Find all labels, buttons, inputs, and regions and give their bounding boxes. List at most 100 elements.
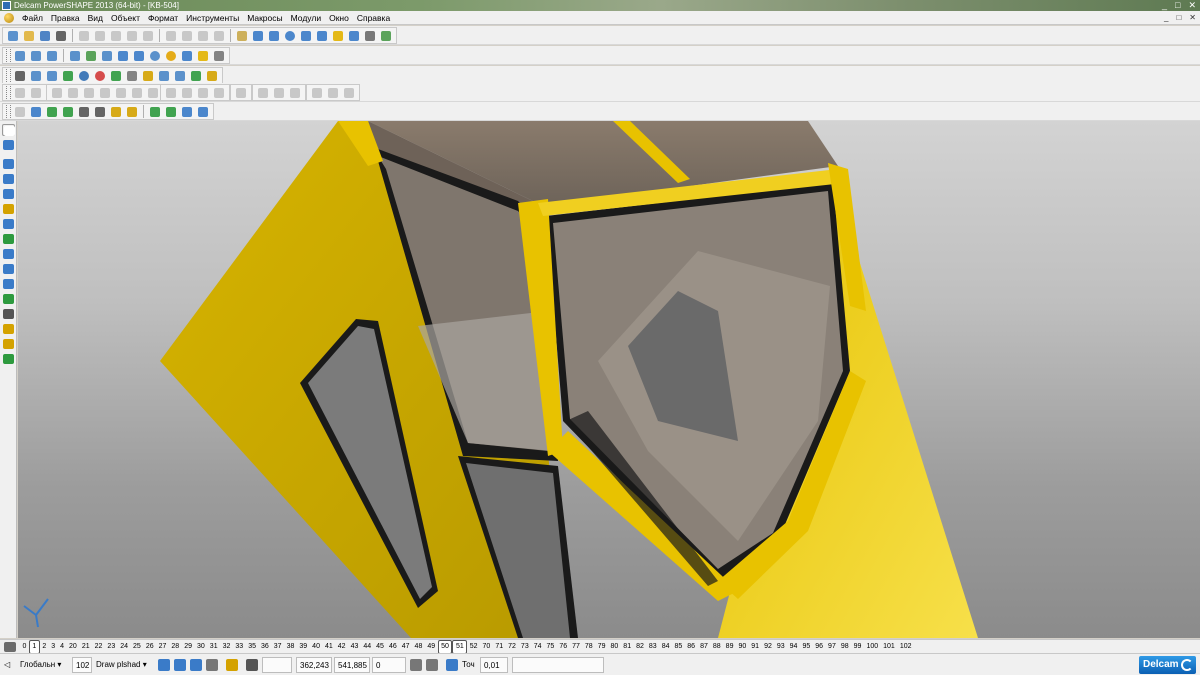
arc-icon[interactable] bbox=[315, 29, 329, 43]
cut-solid-icon[interactable] bbox=[342, 86, 356, 100]
level-93-button[interactable]: 93 bbox=[774, 641, 787, 653]
solid-icon[interactable] bbox=[347, 29, 361, 43]
boolean-add-icon[interactable] bbox=[164, 86, 178, 100]
level-91-button[interactable]: 91 bbox=[749, 641, 762, 653]
curve-icon[interactable] bbox=[299, 29, 313, 43]
level-1-button[interactable]: 1 bbox=[28, 639, 40, 654]
layers-icon[interactable] bbox=[206, 659, 218, 671]
toolbar-grip[interactable] bbox=[6, 86, 11, 99]
level-73-button[interactable]: 73 bbox=[518, 641, 531, 653]
level-31-button[interactable]: 31 bbox=[207, 641, 220, 653]
cut-icon[interactable] bbox=[77, 29, 91, 43]
doc-minimize-button[interactable]: _ bbox=[1164, 11, 1168, 25]
boolean-subtract-icon[interactable] bbox=[180, 86, 194, 100]
dimension-create-icon[interactable] bbox=[2, 218, 15, 230]
open-document-icon[interactable] bbox=[45, 69, 59, 83]
assembly-icon[interactable] bbox=[2, 293, 15, 305]
boolean-intersect-icon[interactable] bbox=[196, 86, 210, 100]
pointer-icon[interactable] bbox=[125, 69, 139, 83]
level-22-button[interactable]: 22 bbox=[92, 641, 105, 653]
menu-edit[interactable]: Правка bbox=[47, 11, 84, 25]
level-39-button[interactable]: 39 bbox=[297, 641, 310, 653]
minimize-button[interactable]: _ bbox=[1162, 0, 1167, 11]
info-icon[interactable] bbox=[173, 69, 187, 83]
menu-window[interactable]: Окно bbox=[325, 11, 353, 25]
level-50-button[interactable]: 50 bbox=[437, 639, 453, 654]
view-iso3-icon[interactable] bbox=[45, 49, 59, 63]
calculator-mode-icon[interactable] bbox=[410, 659, 422, 671]
surface-icon[interactable] bbox=[61, 69, 75, 83]
level-95-button[interactable]: 95 bbox=[800, 641, 813, 653]
surface-select-icon[interactable] bbox=[45, 105, 59, 119]
level-70-button[interactable]: 70 bbox=[480, 641, 493, 653]
level-26-button[interactable]: 26 bbox=[143, 641, 156, 653]
level-79-button[interactable]: 79 bbox=[595, 641, 608, 653]
pattern-icon[interactable] bbox=[234, 86, 248, 100]
level-80-button[interactable]: 80 bbox=[608, 641, 621, 653]
level-90-button[interactable]: 90 bbox=[736, 641, 749, 653]
level-89-button[interactable]: 89 bbox=[723, 641, 736, 653]
level-96-button[interactable]: 96 bbox=[813, 641, 826, 653]
new-file-icon[interactable] bbox=[6, 29, 20, 43]
repeat-icon[interactable] bbox=[196, 29, 210, 43]
level-33-button[interactable]: 33 bbox=[233, 641, 246, 653]
print-icon[interactable] bbox=[54, 29, 68, 43]
chamfer-icon[interactable] bbox=[130, 86, 144, 100]
hidden-line-icon[interactable] bbox=[190, 659, 202, 671]
absolute-mode-icon[interactable] bbox=[426, 659, 438, 671]
level-40-button[interactable]: 40 bbox=[310, 641, 323, 653]
line-icon[interactable] bbox=[2, 158, 15, 170]
zoom-in-icon[interactable] bbox=[116, 49, 130, 63]
level-48-button[interactable]: 48 bbox=[412, 641, 425, 653]
level-85-button[interactable]: 85 bbox=[672, 641, 685, 653]
material-icon[interactable] bbox=[2, 338, 15, 350]
axis-icon[interactable] bbox=[29, 105, 43, 119]
star-icon[interactable] bbox=[205, 69, 219, 83]
rotate-icon[interactable] bbox=[148, 49, 162, 63]
filter-icon[interactable] bbox=[148, 105, 162, 119]
menu-view[interactable]: Вид bbox=[84, 11, 107, 25]
circle-icon[interactable] bbox=[283, 29, 297, 43]
light-icon[interactable] bbox=[196, 49, 210, 63]
scale-icon[interactable] bbox=[272, 86, 286, 100]
level-43-button[interactable]: 43 bbox=[348, 641, 361, 653]
snap-icon[interactable] bbox=[226, 659, 238, 671]
level-42-button[interactable]: 42 bbox=[335, 641, 348, 653]
text-icon[interactable] bbox=[2, 203, 15, 215]
copy-icon[interactable] bbox=[93, 29, 107, 43]
menu-format[interactable]: Формат bbox=[144, 11, 182, 25]
feature-1-icon[interactable] bbox=[13, 86, 27, 100]
level-2-button[interactable]: 2 bbox=[40, 641, 49, 653]
level-100-button[interactable]: 100 bbox=[864, 641, 881, 653]
measure-icon[interactable] bbox=[251, 29, 265, 43]
menu-file[interactable]: Файл bbox=[18, 11, 47, 25]
fill-icon[interactable] bbox=[196, 105, 210, 119]
level-44-button[interactable]: 44 bbox=[361, 641, 374, 653]
select-icon[interactable] bbox=[212, 29, 226, 43]
redo-icon[interactable] bbox=[180, 29, 194, 43]
solid-select-icon[interactable] bbox=[61, 105, 75, 119]
level-41-button[interactable]: 41 bbox=[322, 641, 335, 653]
save-icon[interactable] bbox=[38, 29, 52, 43]
level-52-button[interactable]: 52 bbox=[467, 641, 480, 653]
mesh-create-icon[interactable] bbox=[2, 263, 15, 275]
level-manager-icon[interactable] bbox=[4, 641, 16, 652]
calculator-icon[interactable] bbox=[13, 69, 27, 83]
pointer-select-icon[interactable] bbox=[2, 124, 15, 136]
level-23-button[interactable]: 23 bbox=[105, 641, 118, 653]
level-field[interactable]: 102 bbox=[72, 657, 92, 673]
revolve-icon[interactable] bbox=[66, 86, 80, 100]
electrode-icon[interactable] bbox=[2, 308, 15, 320]
render-icon[interactable] bbox=[363, 29, 377, 43]
level-0-button[interactable]: 0 bbox=[20, 641, 29, 653]
level-3-button[interactable]: 3 bbox=[49, 641, 58, 653]
workplane-select[interactable]: Глобальн ▾ bbox=[20, 657, 70, 673]
level-77-button[interactable]: 77 bbox=[570, 641, 583, 653]
render-mode-select[interactable]: Draw plshad ▾ bbox=[96, 657, 154, 673]
wireframe-icon[interactable] bbox=[331, 29, 345, 43]
level-82-button[interactable]: 82 bbox=[634, 641, 647, 653]
filter-solid-icon[interactable] bbox=[164, 105, 178, 119]
view-front-icon[interactable] bbox=[68, 49, 82, 63]
level-83-button[interactable]: 83 bbox=[646, 641, 659, 653]
level-32-button[interactable]: 32 bbox=[220, 641, 233, 653]
